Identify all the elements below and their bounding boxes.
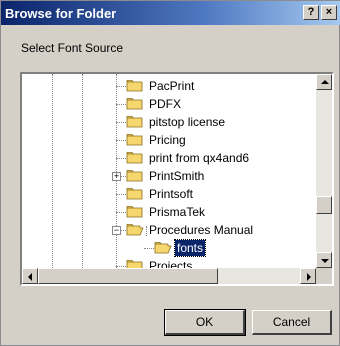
folder-icon xyxy=(126,80,143,92)
scroll-right-button[interactable] xyxy=(300,268,316,284)
down-arrow-icon xyxy=(321,259,329,263)
folder-icon xyxy=(126,134,143,146)
tree-item-label: PacPrint xyxy=(149,79,195,93)
title-bar[interactable]: Browse for Folder ? × xyxy=(1,1,340,25)
tree-item[interactable]: print from qx4and6 xyxy=(22,149,312,167)
tree-item[interactable]: Printsoft xyxy=(22,185,312,203)
tree-item[interactable]: PrismaTek xyxy=(22,203,312,221)
right-arrow-icon xyxy=(307,273,311,281)
tree-item[interactable]: PDFX xyxy=(22,95,312,113)
tree-item-label: print from qx4and6 xyxy=(149,151,250,165)
folder-icon xyxy=(126,116,143,128)
open-folder-icon xyxy=(126,224,144,236)
tree-item-label: PrismaTek xyxy=(149,205,206,219)
tree-connector xyxy=(116,86,126,87)
horizontal-scroll-thumb[interactable] xyxy=(38,268,218,284)
tree-item[interactable]: fonts xyxy=(22,239,312,257)
collapse-icon[interactable]: − xyxy=(112,226,121,235)
browse-for-folder-dialog: Browse for Folder ? × Select Font Source… xyxy=(0,0,340,346)
tree-item[interactable]: pitstop license xyxy=(22,113,312,131)
tree-item-label: Pricing xyxy=(149,133,186,147)
tree-connector xyxy=(116,194,126,195)
folder-icon xyxy=(126,98,143,110)
scroll-left-button[interactable] xyxy=(22,268,38,284)
tree-connector xyxy=(144,248,154,249)
tree-item-label: fonts xyxy=(173,239,207,257)
tree-item[interactable]: + PrintSmith xyxy=(22,167,312,185)
cancel-button[interactable]: Cancel xyxy=(252,310,332,335)
tree-item[interactable]: Pricing xyxy=(22,131,312,149)
tree-connector xyxy=(116,266,126,267)
tree-connector xyxy=(116,140,126,141)
tree-connector xyxy=(116,158,126,159)
scroll-down-button[interactable] xyxy=(316,252,332,268)
folder-tree[interactable]: PacPrint PDFX pitstop license Pricing print … xyxy=(20,72,334,286)
tree-item-label: Procedures Manual xyxy=(149,223,254,237)
tree-item[interactable]: PacPrint xyxy=(22,77,312,95)
tree-connector xyxy=(116,284,126,285)
tree-item-label: pitstop license xyxy=(149,115,226,129)
tree-connector xyxy=(116,122,126,123)
ok-button[interactable]: OK xyxy=(164,309,246,336)
folder-icon xyxy=(126,170,143,182)
vertical-scroll-thumb[interactable] xyxy=(316,196,332,214)
tree-item[interactable]: − Procedures Manual xyxy=(22,221,312,239)
left-arrow-icon xyxy=(28,273,32,281)
folder-icon xyxy=(126,206,143,218)
tree-item-label: PDFX xyxy=(149,97,182,111)
dialog-title: Browse for Folder xyxy=(5,6,117,21)
scrollbar-corner xyxy=(316,268,332,284)
vertical-scrollbar[interactable] xyxy=(316,74,332,268)
tree-item-label: Printsoft xyxy=(149,187,194,201)
tree-connector xyxy=(116,212,126,213)
open-folder-icon xyxy=(154,242,172,254)
close-button[interactable]: × xyxy=(321,5,337,20)
prompt-label: Select Font Source xyxy=(21,41,124,55)
scroll-up-button[interactable] xyxy=(316,74,332,90)
horizontal-scrollbar[interactable] xyxy=(22,268,316,284)
tree-connector xyxy=(116,104,126,105)
expand-icon[interactable]: + xyxy=(112,172,121,181)
folder-icon xyxy=(126,188,143,200)
tree-item-label: PrintSmith xyxy=(149,169,205,183)
up-arrow-icon xyxy=(321,80,329,84)
help-button[interactable]: ? xyxy=(303,5,319,20)
folder-icon xyxy=(126,152,143,164)
